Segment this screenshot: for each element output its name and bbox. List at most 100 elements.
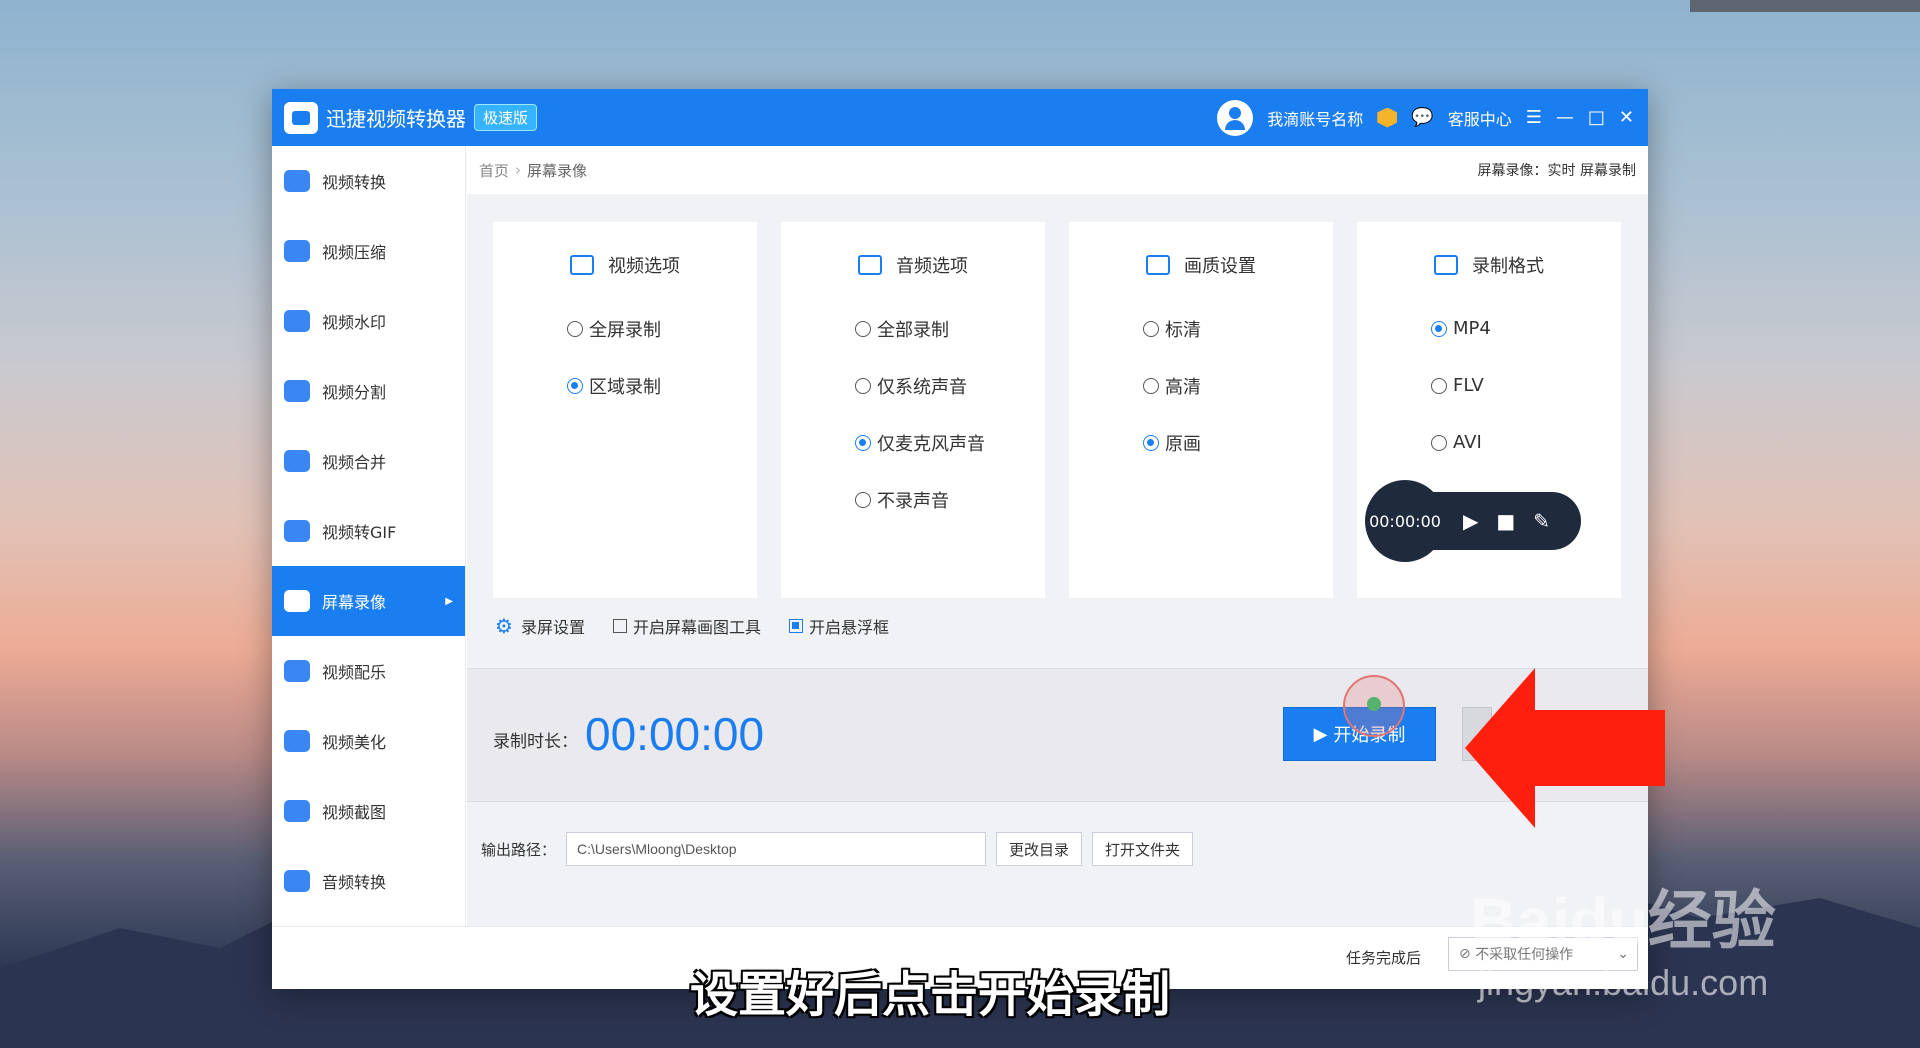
sidebar-item-beautify[interactable]: 视频美化 <box>272 706 465 776</box>
option-flv[interactable]: FLV <box>1431 357 1621 414</box>
option-system-audio[interactable]: 仅系统声音 <box>855 357 1045 414</box>
radio-button[interactable] <box>1431 434 1447 451</box>
option-sd[interactable]: 标清 <box>1143 300 1333 357</box>
change-dir-button[interactable]: 更改目录 <box>996 832 1083 866</box>
menu-icon[interactable]: ☰ <box>1526 108 1542 127</box>
radio-button[interactable] <box>567 377 583 394</box>
breadcrumb-home[interactable]: 首页 <box>479 160 509 181</box>
open-folder-button[interactable]: 打开文件夹 <box>1092 832 1194 866</box>
option-mic-audio[interactable]: 仅麦克风声音 <box>855 414 1045 471</box>
quality-card: 画质设置 标清 高清 原画 <box>1069 222 1333 598</box>
sidebar-item-video-convert[interactable]: 视频转换 <box>272 146 465 216</box>
pen-icon[interactable]: ✎ <box>1533 509 1550 533</box>
record-settings-button[interactable]: ⚙ 录屏设置 <box>495 614 585 638</box>
sidebar-item-label: 视频美化 <box>322 733 387 752</box>
title-bar-right: 我滴账号名称 💬 客服中心 ☰ — □ ✕ <box>1217 99 1648 136</box>
settings-row: ⚙ 录屏设置 开启屏幕画图工具 开启悬浮框 <box>495 614 889 638</box>
option-hd[interactable]: 高清 <box>1143 357 1333 414</box>
sidebar-item-label: 视频转GIF <box>322 523 397 542</box>
app-window: 迅捷视频转换器 极速版 我滴账号名称 💬 客服中心 ☰ — □ ✕ 视频转换 视… <box>272 89 1648 989</box>
radio-button[interactable] <box>567 320 583 337</box>
account-name[interactable]: 我滴账号名称 <box>1267 106 1363 130</box>
taskbar-strip <box>1690 0 1920 12</box>
sidebar-item-label: 视频合并 <box>322 453 387 472</box>
task-complete-label: 任务完成后 <box>1346 949 1422 967</box>
sidebar-item-label: 视频配乐 <box>322 663 387 682</box>
compress-icon <box>284 240 310 262</box>
output-path-field[interactable] <box>566 832 987 866</box>
breadcrumb-current: 屏幕录像 <box>527 161 588 180</box>
floating-window-label: 开启悬浮框 <box>808 618 889 637</box>
option-label: 全部录制 <box>877 319 949 341</box>
checkbox[interactable] <box>612 619 627 633</box>
option-no-audio[interactable]: 不录声音 <box>855 471 1045 528</box>
checkbox[interactable] <box>788 619 803 633</box>
watermark-icon <box>284 310 310 332</box>
sidebar-item-watermark[interactable]: 视频水印 <box>272 286 465 356</box>
audio-options-card: 音频选项 全部录制 仅系统声音 仅麦克风声音 不录声音 <box>781 222 1045 598</box>
vip-icon[interactable] <box>1377 107 1398 128</box>
option-label: 标清 <box>1165 319 1201 341</box>
option-label: 仅麦克风声音 <box>877 433 985 455</box>
maximize-icon[interactable]: □ <box>1588 108 1605 127</box>
sidebar-item-gif[interactable]: 视频转GIF <box>272 496 465 566</box>
subtitle-caption: 设置好后点击开始录制 <box>690 967 1171 1023</box>
card-title: 录制格式 <box>1472 256 1544 277</box>
sidebar: 视频转换 视频压缩 视频水印 视频分割 视频合并 视频转GIF 屏幕录像 ▶ 视频… <box>272 146 466 926</box>
sidebar-item-label: 视频截图 <box>322 803 387 822</box>
draw-tool-label: 开启屏幕画图工具 <box>632 618 761 637</box>
option-all-audio[interactable]: 全部录制 <box>855 300 1045 357</box>
radio-button[interactable] <box>855 491 871 508</box>
sidebar-item-screen-record[interactable]: 屏幕录像 ▶ <box>272 566 465 636</box>
record-duration-value: 00:00:00 <box>585 708 765 760</box>
hd-icon <box>1146 255 1170 275</box>
floating-timer: 00:00:00 <box>1365 480 1445 562</box>
close-icon[interactable]: ✕ <box>1619 108 1634 127</box>
card-title: 视频选项 <box>608 256 680 277</box>
minimize-icon[interactable]: — <box>1556 108 1574 127</box>
option-label: 仅系统声音 <box>877 376 967 398</box>
option-label: 不录声音 <box>877 490 949 512</box>
sidebar-item-split[interactable]: 视频分割 <box>272 356 465 426</box>
radio-button[interactable] <box>855 377 871 394</box>
avatar-icon[interactable] <box>1217 99 1254 136</box>
click-indicator <box>1343 675 1405 737</box>
radio-button[interactable] <box>855 320 871 337</box>
sidebar-item-label: 屏幕录像 <box>322 593 387 612</box>
video-convert-icon <box>284 170 310 192</box>
radio-button[interactable] <box>1143 434 1159 451</box>
sidebar-item-audio-convert[interactable]: 音频转换 <box>272 846 465 916</box>
video-play-icon <box>570 255 594 275</box>
radio-button[interactable] <box>1143 377 1159 394</box>
video-options-card: 视频选项 全屏录制 区域录制 <box>493 222 757 598</box>
option-fullscreen[interactable]: 全屏录制 <box>567 300 757 357</box>
sidebar-item-compress[interactable]: 视频压缩 <box>272 216 465 286</box>
gif-icon <box>284 520 310 542</box>
sidebar-item-screenshot[interactable]: 视频截图 <box>272 776 465 846</box>
sidebar-item-merge[interactable]: 视频合并 <box>272 426 465 496</box>
page-description: 屏幕录像：实时 屏幕录制 <box>1477 163 1636 179</box>
record-duration-label: 录制时长： <box>493 732 578 752</box>
sidebar-item-label: 视频转换 <box>322 173 387 192</box>
radio-button[interactable] <box>1431 377 1447 394</box>
radio-button[interactable] <box>1143 320 1159 337</box>
draw-tool-checkbox[interactable]: 开启屏幕画图工具 <box>612 614 761 638</box>
floating-window-checkbox[interactable]: 开启悬浮框 <box>788 614 889 638</box>
option-original[interactable]: 原画 <box>1143 414 1333 471</box>
watermark-url: jingyan.baidu.com <box>1478 962 1769 1003</box>
edition-badge: 极速版 <box>474 104 538 131</box>
service-center-link[interactable]: 客服中心 <box>1448 106 1512 130</box>
play-icon[interactable]: ▶ <box>1463 509 1478 533</box>
radio-button[interactable] <box>855 434 871 451</box>
option-mp4[interactable]: MP4 <box>1431 300 1621 357</box>
stop-icon[interactable]: ■ <box>1496 509 1515 533</box>
output-path-label: 输出路径： <box>481 840 557 859</box>
chat-icon[interactable]: 💬 <box>1411 108 1433 127</box>
option-label: 全屏录制 <box>589 319 661 341</box>
option-avi[interactable]: AVI <box>1431 414 1621 471</box>
floating-recorder[interactable]: 00:00:00 ▶ ■ ✎ <box>1365 480 1581 562</box>
sidebar-item-music[interactable]: 视频配乐 <box>272 636 465 706</box>
option-region[interactable]: 区域录制 <box>567 357 757 414</box>
radio-button[interactable] <box>1431 320 1447 337</box>
layers-icon <box>1434 255 1458 275</box>
